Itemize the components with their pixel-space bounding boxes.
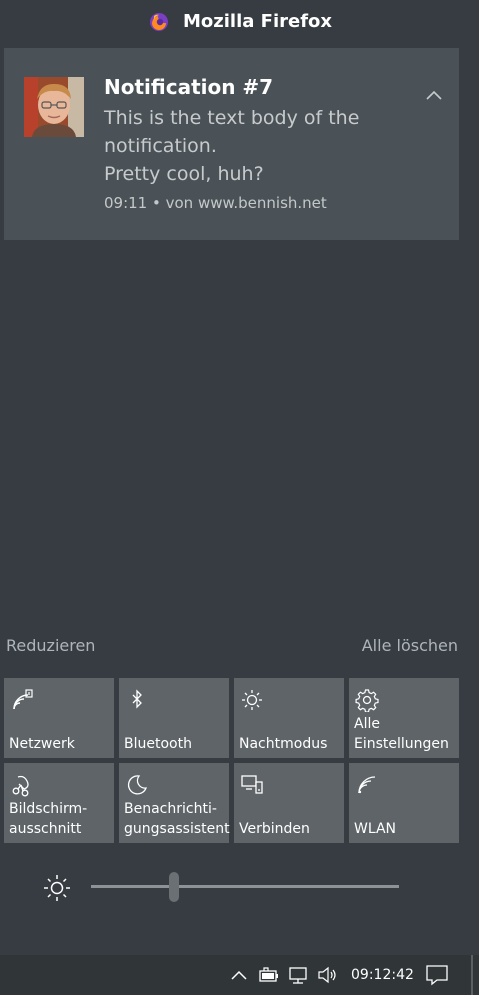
brightness-slider-thumb[interactable] xyxy=(169,872,180,902)
tile-focus-assist[interactable]: Benachrichti- gungsassistent xyxy=(119,763,230,843)
moon-icon xyxy=(127,775,147,795)
tile-label: WLAN xyxy=(354,821,397,837)
tile-wlan[interactable]: WLAN xyxy=(349,763,459,843)
chevron-up-icon[interactable] xyxy=(422,86,446,106)
tile-label: Verbinden xyxy=(239,821,310,837)
tile-connect[interactable]: Verbinden xyxy=(234,763,344,843)
notification-body-line: notification. xyxy=(104,135,217,157)
firefox-icon xyxy=(150,13,168,31)
avatar xyxy=(24,77,84,137)
tile-label: Nachtmodus xyxy=(239,736,328,752)
app-header: Mozilla Firefox xyxy=(0,0,479,44)
tile-label: Alle Einstellungen xyxy=(354,716,449,752)
clear-all-link[interactable]: Alle löschen xyxy=(362,636,458,655)
tile-label: Netzwerk xyxy=(9,736,75,752)
sun-icon xyxy=(44,875,70,901)
tile-label: Bildschirm- ausschnitt xyxy=(9,801,88,837)
network-icon xyxy=(13,689,33,710)
notification-card[interactable]: Notification #7 This is the text body of… xyxy=(4,48,459,240)
tile-all-settings[interactable]: Alle Einstellungen xyxy=(349,678,459,758)
chevron-up-icon[interactable] xyxy=(228,965,250,985)
tile-night-light[interactable]: Nachtmodus xyxy=(234,678,344,758)
night-light-icon xyxy=(242,690,262,710)
action-center-icon[interactable] xyxy=(425,964,449,986)
network-monitor-icon[interactable] xyxy=(288,965,310,985)
tile-network[interactable]: Netzwerk xyxy=(4,678,114,758)
tile-bluetooth[interactable]: Bluetooth xyxy=(119,678,229,758)
snip-icon xyxy=(12,775,29,797)
notification-body-line: This is the text body of the xyxy=(104,107,360,129)
show-desktop-button[interactable] xyxy=(471,955,473,995)
connect-icon xyxy=(241,775,263,794)
taskbar: 09:12:42 xyxy=(0,955,479,995)
brightness-slider-fill xyxy=(91,885,175,888)
notification-title: Notification #7 xyxy=(104,75,274,99)
bluetooth-icon xyxy=(132,689,142,709)
tile-label: Bluetooth xyxy=(124,736,192,752)
wifi-icon xyxy=(358,776,376,794)
app-title: Mozilla Firefox xyxy=(183,11,333,32)
notification-meta: 09:11 • von www.bennish.net xyxy=(104,194,327,212)
notification-body: This is the text body of the notificatio… xyxy=(104,104,374,188)
notification-body-line: Pretty cool, huh? xyxy=(104,163,264,185)
gear-icon xyxy=(355,689,379,712)
reduce-link[interactable]: Reduzieren xyxy=(6,636,95,655)
tile-label: Benachrichti- gungsassistent xyxy=(124,801,230,837)
volume-icon[interactable] xyxy=(317,965,339,985)
taskbar-clock[interactable]: 09:12:42 xyxy=(351,967,414,983)
tile-snip[interactable]: Bildschirm- ausschnitt xyxy=(4,763,114,843)
battery-icon[interactable] xyxy=(258,965,280,985)
brightness-slider-track[interactable] xyxy=(91,885,399,888)
